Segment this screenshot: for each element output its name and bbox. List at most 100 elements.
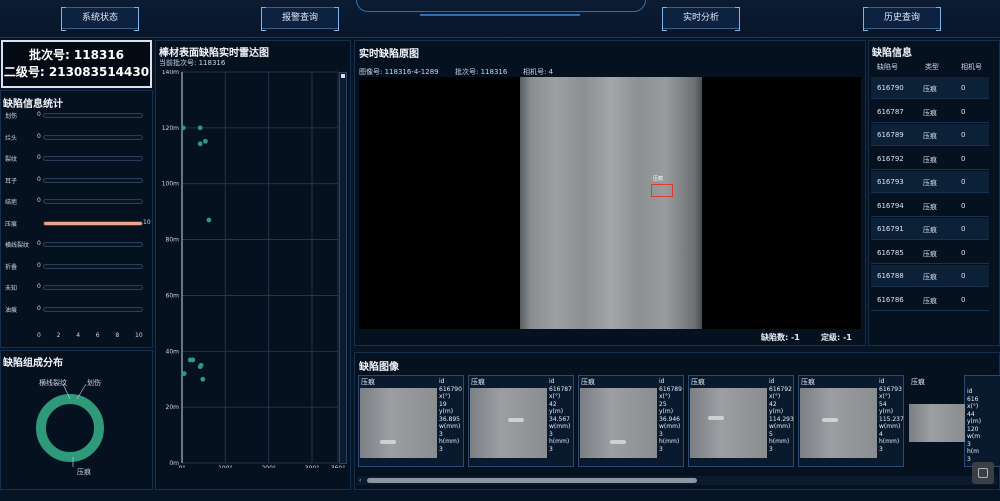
defect-stats-title: 缺陷信息统计 [3, 99, 63, 110]
defect-stat-label: 裂纹 [5, 156, 18, 163]
thumbnail-info-line: 3 [439, 445, 443, 453]
defect-id: 616793 [877, 178, 904, 186]
radar-point [197, 141, 203, 147]
nav-alarm-query[interactable]: 报警查询 [261, 7, 339, 31]
composition-panel: 缺陷组成分布 横线裂纹 划伤 压痕 [0, 350, 153, 490]
thumbnail-type: 压痕 [911, 378, 925, 386]
defect-stat-row: 划伤 0 [5, 111, 151, 121]
thumbnail-info-line: x(°) [549, 393, 561, 400]
thumbnail-info-line: 616789 [659, 385, 682, 393]
thumbnail-info-line: w(mm) [879, 423, 901, 430]
defect-list-item[interactable]: 616787 压痕 0 [871, 101, 989, 123]
defect-thumbnail-card[interactable]: 压痕 id 616 x(°) 44 y(m) 120 w(m 3 h(m 3 [909, 375, 1000, 467]
radar-x-tick: 200° [261, 465, 275, 468]
defect-stat-bar [43, 285, 143, 290]
nav-history-query[interactable]: 历史查询 [863, 7, 941, 31]
thumbnail-info-line: 42 [549, 400, 557, 408]
defect-bounding-box[interactable] [651, 184, 673, 197]
nav-realtime-analysis[interactable]: 实时分析 [662, 7, 740, 31]
defect-stat-label: 横线裂纹 [5, 242, 30, 249]
defect-stat-bar [43, 306, 143, 312]
defect-list-item[interactable]: 616792 压痕 0 [871, 148, 989, 170]
defect-list-item[interactable]: 616786 压痕 0 [871, 289, 989, 311]
realtime-title: 实时缺陷原图 [359, 49, 419, 60]
thumbnail-info-line: h(mm) [439, 438, 460, 445]
thumbnail-info-line: 42 [769, 400, 777, 408]
defect-list-item[interactable]: 616785 压痕 0 [871, 242, 989, 264]
radar-point [197, 364, 203, 370]
thumbnail-info-line: 3 [659, 445, 663, 453]
defect-stat-label: 烂头 [5, 134, 18, 142]
defect-list-item[interactable]: 616794 压痕 0 [871, 195, 989, 217]
defect-thumbnail-card[interactable]: 压痕 id 616789 x(°) 25 y(m) 36.946 w(mm) 3 h(mm) 3 [578, 375, 684, 467]
thumbnail-info: id 616787 x(°) 42 y(m) 34.567 w(mm) 3 h(mm) 3 [549, 378, 574, 453]
defect-list-item[interactable]: 616789 压痕 0 [871, 124, 989, 146]
defect-stat-value: 0 [37, 175, 41, 183]
thumbnail-info-line: 616793 [879, 385, 902, 393]
defect-stat-row: 结疤 0 [5, 197, 151, 207]
thumbnail-info-line: 3 [549, 445, 553, 453]
donut-ring-indentation [36, 394, 104, 462]
defect-thumbnail-card[interactable]: 压痕 id 616793 x(°) 54 y(m) 115.237 w(mm) 4 h(mm) 3 [798, 375, 904, 467]
defect-mark [610, 440, 626, 444]
defect-list-item[interactable]: 616790 压痕 0 [871, 77, 989, 99]
radar-y-tick: 40m [166, 348, 180, 355]
radar-y-tick: 60m [166, 292, 180, 299]
defect-id: 616788 [877, 272, 904, 280]
defect-camera: 0 [961, 295, 966, 304]
defect-stat-value: 0 [37, 132, 41, 140]
defect-stat-value: 0 [37, 261, 41, 269]
defect-stat-value: 0 [37, 154, 41, 161]
thumbnail-info-line: id [769, 378, 775, 385]
thumbnail-scrollbar-thumb[interactable] [367, 478, 697, 483]
thumbnail-info-line: h(mm) [659, 438, 680, 445]
defect-stat-row: 未知 0 [5, 283, 151, 293]
defect-stat-bar [43, 134, 143, 140]
thumbnail-info-line: 25 [659, 400, 667, 408]
defect-list-item[interactable]: 616788 压痕 0 [871, 265, 989, 287]
defect-id: 616786 [877, 295, 904, 304]
defect-stat-label: 未知 [5, 285, 18, 292]
thumbnail-info-line: y(m) [659, 408, 674, 415]
thumbnail-info-line: 3 [879, 445, 883, 453]
thumbnail-info-line: x(°) [967, 403, 979, 410]
defect-type: 压痕 [923, 179, 937, 187]
defect-stat-label: 划伤 [5, 113, 18, 120]
defect-list-item[interactable]: 616793 压痕 0 [871, 171, 989, 193]
defect-camera: 0 [961, 107, 966, 116]
thumbnail-info-line: w(mm) [659, 423, 681, 430]
col-header-defect-no: 缺陷号 [877, 63, 898, 71]
batch-number: 批次号: 118316 [28, 48, 125, 62]
defect-thumbnail-card[interactable]: 压痕 id 616792 x(°) 42 y(m) 114.293 w(mm) 5 h(mm) 3 [688, 375, 794, 467]
radar-point [180, 125, 186, 131]
radar-x-tick: 100° [218, 465, 232, 468]
nav-system-status[interactable]: 系统状态 [61, 7, 139, 31]
corner-app-icon[interactable] [972, 462, 994, 484]
thumbnail-info-line: id [967, 388, 973, 395]
corner-icon-glyph [978, 468, 988, 478]
defect-type: 压痕 [923, 273, 937, 281]
radar-y-tick: 80m [166, 237, 180, 244]
thumbnail-info-line: 616790 [439, 385, 462, 393]
thumbnail-info-line: 616792 [769, 385, 792, 393]
image-number: 图像号: 118316-4-1289 [359, 68, 439, 76]
thumbnail-info-line: w(mm) [439, 423, 461, 430]
scroll-left-arrow-icon[interactable]: ‹ [359, 477, 361, 484]
realtime-panel: 实时缺陷原图 图像号: 118316-4-1289 批次号: 118316 相机… [354, 40, 866, 346]
radar-scrollbar[interactable] [339, 72, 347, 464]
defect-stat-bar [43, 220, 143, 226]
thumbnail-scrollbar[interactable]: ‹ [357, 476, 997, 485]
defect-thumbnail-card[interactable]: 压痕 id 616787 x(°) 42 y(m) 34.567 w(mm) 3 h(mm) 3 [468, 375, 574, 467]
thumbnail-info-line: id [439, 378, 445, 385]
defect-id: 616790 [877, 84, 904, 92]
defect-thumbnail-card[interactable]: 压痕 id 616790 x(°) 19 y(m) 36.895 w(mm) 3 h(mm) 3 [358, 375, 464, 467]
defect-camera: 0 [961, 154, 966, 163]
defect-id: 616791 [877, 225, 904, 233]
defect-list-item[interactable]: 616791 压痕 0 [871, 218, 989, 240]
thumbnail-info-line: 616 [967, 395, 979, 403]
radar-scrollbar-thumb-top[interactable] [341, 74, 345, 78]
defect-type: 压痕 [923, 132, 937, 140]
thumbnail-info-line: h(mm) [769, 438, 790, 445]
thumbnail-info-line: 36.946 [659, 415, 680, 423]
composition-label-scratch: 划伤 [87, 379, 101, 387]
